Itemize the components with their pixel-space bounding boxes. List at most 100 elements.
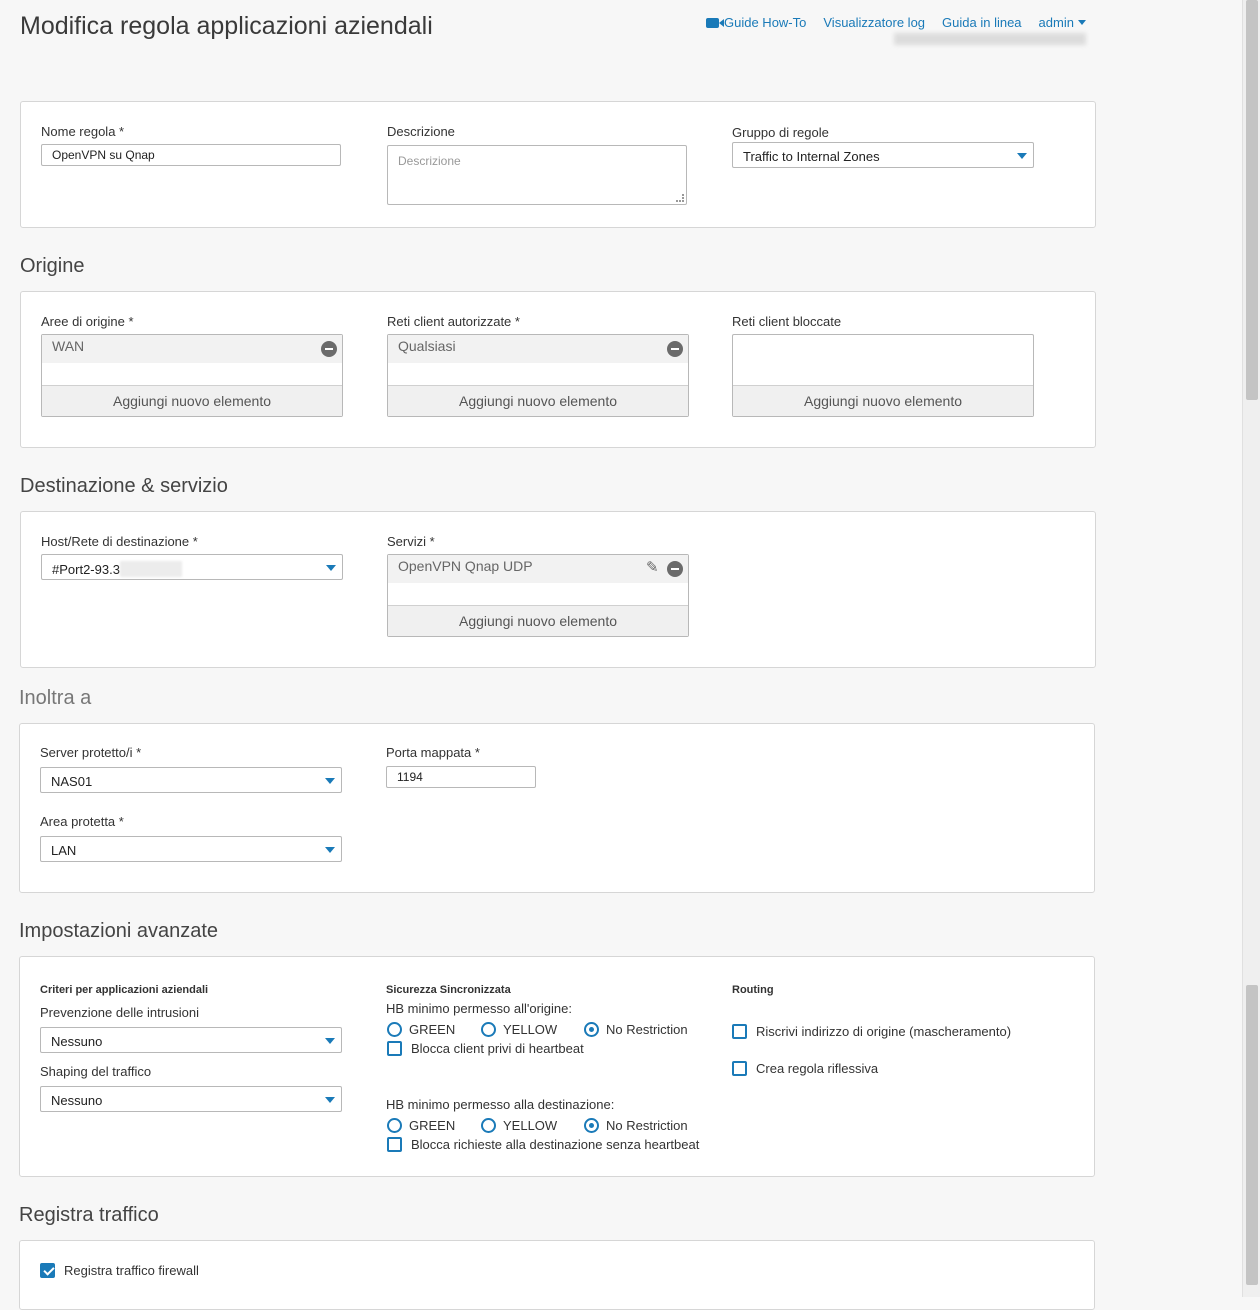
criteria-title: Criteri per applicazioni aziendali [40,984,209,996]
advanced-panel: Criteri per applicazioni aziendali Preve… [19,956,1095,1177]
destination-section-title: Destinazione & servizio [20,475,228,497]
description-placeholder: Descrizione [398,154,461,168]
reflexive-rule-checkbox[interactable]: Crea regola riflessiva [732,1061,878,1076]
source-zones-label: Aree di origine * [41,314,134,329]
page-title: Modifica regola applicazioni aziendali [20,12,433,40]
radio-icon [387,1118,402,1133]
chevron-down-icon [1017,153,1027,159]
scrollbar-thumb-top[interactable] [1246,0,1258,400]
description-label: Descrizione [387,124,455,139]
hb-source-label: HB minimo permesso all'origine: [386,1001,572,1016]
advanced-section-title: Impostazioni avanzate [19,920,219,942]
destination-host-select[interactable]: #Port2-93.3 [41,554,343,580]
admin-menu[interactable]: admin [1039,15,1086,30]
protected-server-label: Server protetto/i * [40,745,142,760]
radio-selected-icon [584,1118,599,1133]
allowed-networks-list: Qualsiasi Aggiungi nuovo elemento [387,334,689,417]
rule-group-value: Traffic to Internal Zones [743,149,880,164]
video-camera-icon [706,18,724,28]
hb-source-green-radio[interactable]: GREEN [387,1022,455,1037]
chevron-down-icon [325,1038,335,1044]
radio-icon [481,1118,496,1133]
radio-icon [387,1022,402,1037]
destination-host-value: #Port2-93.3 [52,562,120,577]
remove-icon[interactable] [667,341,683,357]
resize-handle-icon[interactable] [676,194,684,202]
services-list: OpenVPN Qnap UDP ✎ Aggiungi nuovo elemen… [387,554,689,637]
source-zones-list: WAN Aggiungi nuovo elemento [41,334,343,417]
chevron-down-icon [325,1097,335,1103]
hb-source-yellow-radio[interactable]: YELLOW [481,1022,557,1037]
add-source-zone-button[interactable]: Aggiungi nuovo elemento [42,385,342,416]
add-allowed-network-button[interactable]: Aggiungi nuovo elemento [388,385,688,416]
scrollbar-thumb-bottom[interactable] [1246,985,1258,1285]
pencil-icon[interactable]: ✎ [646,560,662,576]
block-no-hb-client-checkbox[interactable]: Blocca client privi di heartbeat [387,1041,584,1056]
protected-zone-label: Area protetta * [40,814,124,829]
protected-server-value: NAS01 [51,774,93,789]
shaping-value: Nessuno [51,1093,103,1108]
ips-value: Nessuno [51,1034,103,1049]
hb-source-norestriction-radio[interactable]: No Restriction [584,1022,688,1037]
organization-name-redacted [894,33,1086,45]
blocked-networks-list: Aggiungi nuovo elemento [732,334,1034,417]
checkbox-icon [732,1024,747,1039]
protected-zone-select[interactable]: LAN [40,836,342,862]
logging-section-title: Registra traffico [19,1204,159,1226]
rule-group-select[interactable]: Traffic to Internal Zones [732,142,1034,168]
rule-panel: Nome regola * OpenVPN su Qnap Descrizion… [20,101,1096,228]
guide-howto-link[interactable]: Guide How-To [706,15,806,30]
remove-icon[interactable] [321,341,337,357]
forward-section-title: Inoltra a [19,687,92,709]
checkbox-icon [732,1061,747,1076]
remove-icon[interactable] [667,561,683,577]
redacted-address [119,561,182,577]
destination-panel: Host/Rete di destinazione * #Port2-93.3 … [20,511,1096,668]
description-textarea[interactable]: Descrizione [387,145,687,205]
hb-dest-label: HB minimo permesso alla destinazione: [386,1097,615,1112]
log-viewer-link[interactable]: Visualizzatore log [823,15,925,30]
sync-security-title: Sicurezza Sincronizzata [386,984,511,996]
chevron-down-icon [326,565,336,571]
protected-server-select[interactable]: NAS01 [40,767,342,793]
rule-name-input[interactable]: OpenVPN su Qnap [41,144,341,166]
block-no-hb-dest-checkbox[interactable]: Blocca richieste alla destinazione senza… [387,1137,699,1152]
hb-dest-green-radio[interactable]: GREEN [387,1118,455,1133]
chevron-down-icon [1077,20,1086,25]
shaping-label: Shaping del traffico [40,1064,152,1079]
origin-section-title: Origine [20,255,85,277]
list-item: Qualsiasi [388,335,688,363]
rule-group-label: Gruppo di regole [732,125,829,140]
radio-icon [481,1022,496,1037]
checkbox-icon [387,1041,402,1056]
firewall-log-checkbox[interactable]: Registra traffico firewall [40,1263,199,1278]
list-item: OpenVPN Qnap UDP ✎ [388,555,688,583]
shaping-select[interactable]: Nessuno [40,1086,342,1112]
hb-dest-norestriction-radio[interactable]: No Restriction [584,1118,688,1133]
list-item: WAN [42,335,342,363]
hb-dest-yellow-radio[interactable]: YELLOW [481,1118,557,1133]
online-help-link[interactable]: Guida in linea [942,15,1022,30]
checkbox-icon [387,1137,402,1152]
blocked-networks-label: Reti client bloccate [732,314,842,329]
masquerade-checkbox[interactable]: Riscrivi indirizzo di origine (mascheram… [732,1024,1011,1039]
top-links: Guide How-To Visualizzatore log Guida in… [706,15,1086,30]
services-label: Servizi * [387,534,435,549]
allowed-networks-label: Reti client autorizzate * [387,314,520,329]
logging-panel: Registra traffico firewall [19,1240,1095,1310]
origin-panel: Aree di origine * WAN Aggiungi nuovo ele… [20,291,1096,448]
forward-panel: Server protetto/i * NAS01 Porta mappata … [19,723,1095,893]
ips-select[interactable]: Nessuno [40,1027,342,1053]
chevron-down-icon [325,847,335,853]
mapped-port-input[interactable]: 1194 [386,766,536,788]
destination-host-label: Host/Rete di destinazione * [41,534,198,549]
radio-selected-icon [584,1022,599,1037]
checkbox-checked-icon [40,1263,55,1278]
add-service-button[interactable]: Aggiungi nuovo elemento [388,605,688,636]
routing-title: Routing [732,984,774,996]
add-blocked-network-button[interactable]: Aggiungi nuovo elemento [733,385,1033,416]
ips-label: Prevenzione delle intrusioni [40,1005,199,1020]
chevron-down-icon [325,778,335,784]
scrollbar[interactable] [1242,0,1260,1297]
rule-name-label: Nome regola * [41,124,125,139]
